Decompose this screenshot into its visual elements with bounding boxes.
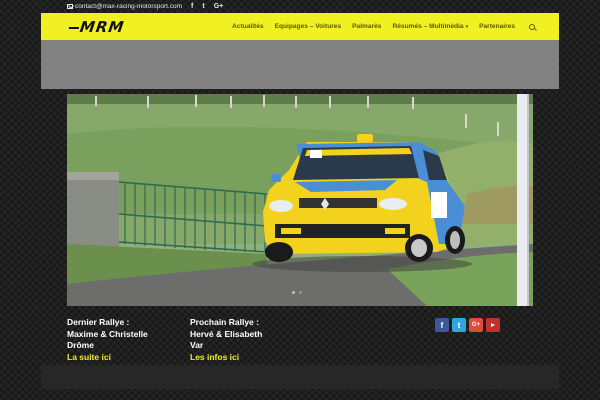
site-logo[interactable]: MRM	[68, 18, 126, 36]
play-icon	[491, 323, 495, 327]
chevron-down-icon: ▾	[465, 23, 469, 30]
twitter-icon[interactable]: t	[452, 318, 466, 332]
search-icon[interactable]	[529, 23, 535, 30]
menu-item-equipages[interactable]: Equipages – Voitures	[275, 23, 342, 30]
last-rally-link[interactable]: La suite ici	[67, 352, 148, 364]
menu-label: Equipages – Voitures	[274, 23, 342, 30]
next-rally-place: Var	[190, 340, 204, 350]
next-rally-link[interactable]: Les infos ici	[190, 352, 262, 364]
menu-item-palmares[interactable]: Palmarès	[352, 23, 381, 30]
menu-label: Partenaires	[479, 23, 515, 30]
next-rally-crew: Hervé & Elisabeth	[190, 328, 263, 339]
page-banner	[41, 40, 559, 89]
google-plus-icon[interactable]: G+	[469, 318, 483, 332]
logo-text: MRM	[78, 17, 126, 36]
top-bar: contact@max-racing-motorsport.com f t G+	[41, 0, 559, 13]
menu: Actualités Equipages – Voitures Palmarès…	[232, 23, 535, 30]
menu-item-partenaires[interactable]: Partenaires	[479, 23, 515, 30]
image-slider[interactable]	[67, 94, 533, 306]
last-rally-crew: Maxime & Christelle	[67, 328, 148, 339]
last-rally-block: Dernier Rallye : Maxime & Christelle Drô…	[67, 317, 148, 363]
slider-dot-2[interactable]	[299, 291, 302, 294]
contact-email-link[interactable]: contact@max-racing-motorsport.com	[41, 3, 182, 10]
slider-dot-1[interactable]	[292, 291, 295, 294]
contact-email: contact@max-racing-motorsport.com	[75, 3, 183, 10]
menu-item-actualites[interactable]: Actualités	[232, 23, 264, 30]
next-rally-block: Prochain Rallye : Hervé & Elisabeth Var …	[190, 317, 262, 363]
rally-car-photo	[67, 94, 533, 306]
facebook-top-icon[interactable]: f	[191, 3, 193, 10]
envelope-icon	[67, 4, 73, 9]
social-buttons: f t G+	[435, 318, 500, 332]
menu-item-resumes[interactable]: Résumés – Multimédia ▾	[392, 23, 468, 30]
last-rally-place: Drôme	[67, 340, 94, 350]
twitter-top-icon[interactable]: t	[202, 3, 204, 10]
facebook-icon[interactable]: f	[435, 318, 449, 332]
menu-label: Résumés – Multimédia	[392, 23, 464, 30]
next-rally-title: Prochain Rallye :	[190, 317, 259, 327]
last-rally-title: Dernier Rallye :	[67, 317, 130, 327]
menu-label: Palmarès	[352, 23, 382, 30]
slider-dots	[292, 291, 302, 294]
footer-strip	[41, 365, 559, 389]
logo-stripe	[68, 26, 80, 28]
youtube-icon[interactable]	[486, 318, 500, 332]
google-plus-top-icon[interactable]: G+	[214, 3, 224, 10]
menu-label: Actualités	[232, 23, 264, 30]
main-navigation: MRM Actualités Equipages – Voitures Palm…	[41, 13, 559, 40]
